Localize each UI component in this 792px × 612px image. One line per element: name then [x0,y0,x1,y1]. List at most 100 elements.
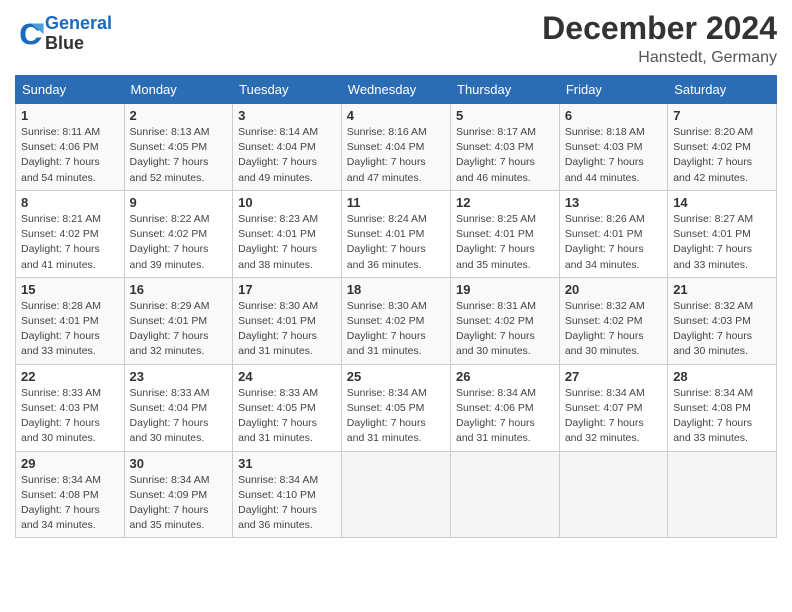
calendar-day-cell: 30 Sunrise: 8:34 AM Sunset: 4:09 PM Dayli… [124,451,233,538]
day-number: 9 [130,195,228,210]
header: General Blue December 2024 Hanstedt, Ger… [15,10,777,67]
day-number: 13 [565,195,662,210]
day-info-text: Sunrise: 8:21 AM Sunset: 4:02 PM Dayligh… [21,212,119,273]
calendar-day-cell: 28 Sunrise: 8:34 AM Sunset: 4:08 PM Dayli… [668,364,777,451]
day-number: 4 [347,108,445,123]
weekday-header: Sunday [16,76,125,104]
day-number: 22 [21,369,119,384]
day-info-text: Sunrise: 8:13 AM Sunset: 4:05 PM Dayligh… [130,125,228,186]
day-info-text: Sunrise: 8:33 AM Sunset: 4:03 PM Dayligh… [21,386,119,447]
calendar-day-cell: 26Sunrise: 8:34 AM Sunset: 4:06 PM Dayli… [451,364,560,451]
calendar-day-cell [451,451,560,538]
day-number: 7 [673,108,771,123]
day-number: 30 [130,456,228,471]
day-number: 2 [130,108,228,123]
calendar-day-cell: 16 Sunrise: 8:29 AM Sunset: 4:01 PM Dayli… [124,277,233,364]
day-number: 15 [21,282,119,297]
calendar-day-cell: 21 Sunrise: 8:32 AM Sunset: 4:03 PM Dayli… [668,277,777,364]
day-number: 1 [21,108,119,123]
day-info-text: Sunrise: 8:33 AM Sunset: 4:05 PM Dayligh… [238,386,336,447]
day-info-text: Sunrise: 8:11 AM Sunset: 4:06 PM Dayligh… [21,125,119,186]
day-info-text: Sunrise: 8:20 AM Sunset: 4:02 PM Dayligh… [673,125,771,186]
calendar-day-cell: 12 Sunrise: 8:25 AM Sunset: 4:01 PM Dayli… [451,190,560,277]
day-info-text: Sunrise: 8:28 AM Sunset: 4:01 PM Dayligh… [21,299,119,360]
location-subtitle: Hanstedt, Germany [542,49,777,67]
day-number: 16 [130,282,228,297]
day-info-text: Sunrise: 8:32 AM Sunset: 4:02 PM Dayligh… [565,299,662,360]
calendar-day-cell: 3Sunrise: 8:14 AM Sunset: 4:04 PM Daylig… [233,104,342,191]
day-info-text: Sunrise: 8:34 AM Sunset: 4:09 PM Dayligh… [130,473,228,534]
month-year-title: December 2024 [542,10,777,47]
weekday-header: Friday [559,76,667,104]
day-number: 29 [21,456,119,471]
day-number: 8 [21,195,119,210]
calendar-day-cell: 10Sunrise: 8:23 AM Sunset: 4:01 PM Dayli… [233,190,342,277]
calendar-day-cell [341,451,450,538]
weekday-header: Tuesday [233,76,342,104]
calendar-week-row: 22 Sunrise: 8:33 AM Sunset: 4:03 PM Dayli… [16,364,777,451]
day-info-text: Sunrise: 8:34 AM Sunset: 4:06 PM Dayligh… [456,386,554,447]
calendar-day-cell: 2 Sunrise: 8:13 AM Sunset: 4:05 PM Daylig… [124,104,233,191]
day-number: 18 [347,282,445,297]
logo: General Blue [15,14,112,54]
calendar-day-cell: 23 Sunrise: 8:33 AM Sunset: 4:04 PM Dayli… [124,364,233,451]
calendar-day-cell [559,451,667,538]
weekday-header: Monday [124,76,233,104]
calendar-day-cell: 1 Sunrise: 8:11 AM Sunset: 4:06 PM Daylig… [16,104,125,191]
calendar-day-cell: 22 Sunrise: 8:33 AM Sunset: 4:03 PM Dayli… [16,364,125,451]
calendar-day-cell: 31Sunrise: 8:34 AM Sunset: 4:10 PM Dayli… [233,451,342,538]
day-number: 27 [565,369,662,384]
day-info-text: Sunrise: 8:34 AM Sunset: 4:05 PM Dayligh… [347,386,445,447]
day-info-text: Sunrise: 8:24 AM Sunset: 4:01 PM Dayligh… [347,212,445,273]
calendar-day-cell: 25 Sunrise: 8:34 AM Sunset: 4:05 PM Dayli… [341,364,450,451]
day-info-text: Sunrise: 8:34 AM Sunset: 4:10 PM Dayligh… [238,473,336,534]
day-number: 23 [130,369,228,384]
day-number: 19 [456,282,554,297]
calendar-day-cell: 11Sunrise: 8:24 AM Sunset: 4:01 PM Dayli… [341,190,450,277]
calendar-day-cell: 15 Sunrise: 8:28 AM Sunset: 4:01 PM Dayli… [16,277,125,364]
day-number: 25 [347,369,445,384]
day-number: 14 [673,195,771,210]
calendar-day-cell: 14Sunrise: 8:27 AM Sunset: 4:01 PM Dayli… [668,190,777,277]
logo-icon [17,20,45,48]
calendar-day-cell: 18 Sunrise: 8:30 AM Sunset: 4:02 PM Dayli… [341,277,450,364]
calendar-week-row: 1 Sunrise: 8:11 AM Sunset: 4:06 PM Daylig… [16,104,777,191]
day-number: 3 [238,108,336,123]
calendar-day-cell: 4Sunrise: 8:16 AM Sunset: 4:04 PM Daylig… [341,104,450,191]
calendar-day-cell: 19Sunrise: 8:31 AM Sunset: 4:02 PM Dayli… [451,277,560,364]
day-info-text: Sunrise: 8:29 AM Sunset: 4:01 PM Dayligh… [130,299,228,360]
day-info-text: Sunrise: 8:34 AM Sunset: 4:08 PM Dayligh… [673,386,771,447]
calendar-table: SundayMondayTuesdayWednesdayThursdayFrid… [15,75,777,538]
day-info-text: Sunrise: 8:34 AM Sunset: 4:08 PM Dayligh… [21,473,119,534]
day-number: 17 [238,282,336,297]
day-number: 28 [673,369,771,384]
weekday-header: Wednesday [341,76,450,104]
day-info-text: Sunrise: 8:33 AM Sunset: 4:04 PM Dayligh… [130,386,228,447]
day-info-text: Sunrise: 8:23 AM Sunset: 4:01 PM Dayligh… [238,212,336,273]
calendar-day-cell: 29 Sunrise: 8:34 AM Sunset: 4:08 PM Dayli… [16,451,125,538]
day-number: 24 [238,369,336,384]
logo-text: General Blue [45,14,112,54]
day-info-text: Sunrise: 8:22 AM Sunset: 4:02 PM Dayligh… [130,212,228,273]
weekday-header: Thursday [451,76,560,104]
day-info-text: Sunrise: 8:32 AM Sunset: 4:03 PM Dayligh… [673,299,771,360]
day-number: 12 [456,195,554,210]
day-info-text: Sunrise: 8:30 AM Sunset: 4:01 PM Dayligh… [238,299,336,360]
calendar-day-cell: 27 Sunrise: 8:34 AM Sunset: 4:07 PM Dayli… [559,364,667,451]
calendar-day-cell: 13 Sunrise: 8:26 AM Sunset: 4:01 PM Dayli… [559,190,667,277]
title-block: December 2024 Hanstedt, Germany [542,10,777,67]
calendar-week-row: 8 Sunrise: 8:21 AM Sunset: 4:02 PM Daylig… [16,190,777,277]
day-number: 5 [456,108,554,123]
calendar-week-row: 15 Sunrise: 8:28 AM Sunset: 4:01 PM Dayli… [16,277,777,364]
day-info-text: Sunrise: 8:30 AM Sunset: 4:02 PM Dayligh… [347,299,445,360]
day-info-text: Sunrise: 8:17 AM Sunset: 4:03 PM Dayligh… [456,125,554,186]
day-info-text: Sunrise: 8:25 AM Sunset: 4:01 PM Dayligh… [456,212,554,273]
calendar-day-cell: 24 Sunrise: 8:33 AM Sunset: 4:05 PM Dayli… [233,364,342,451]
day-number: 21 [673,282,771,297]
calendar-day-cell: 9 Sunrise: 8:22 AM Sunset: 4:02 PM Daylig… [124,190,233,277]
calendar-day-cell: 20Sunrise: 8:32 AM Sunset: 4:02 PM Dayli… [559,277,667,364]
calendar-day-cell: 7 Sunrise: 8:20 AM Sunset: 4:02 PM Daylig… [668,104,777,191]
day-info-text: Sunrise: 8:34 AM Sunset: 4:07 PM Dayligh… [565,386,662,447]
day-number: 6 [565,108,662,123]
day-info-text: Sunrise: 8:26 AM Sunset: 4:01 PM Dayligh… [565,212,662,273]
